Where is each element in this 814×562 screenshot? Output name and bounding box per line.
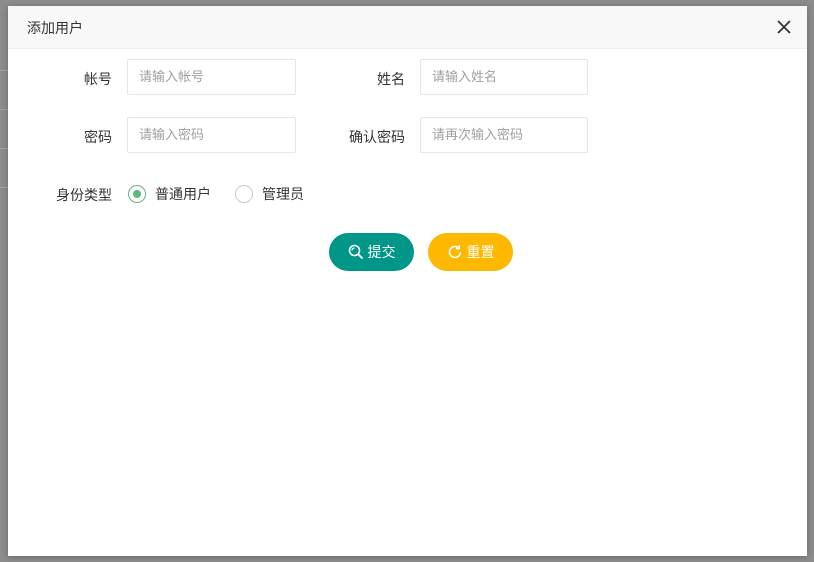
confirm-password-input[interactable] (420, 117, 588, 153)
dialog-title: 添加用户 (27, 21, 83, 37)
form-row-role: 身份类型 普通用户 管理员 (8, 182, 807, 206)
confirm-password-label: 确认密码 (349, 130, 405, 146)
form-row-account-name: 帐号 姓名 (8, 59, 807, 97)
background-divider (0, 187, 8, 188)
role-option-admin[interactable]: 管理员 (235, 184, 304, 204)
radio-unchecked-icon (235, 185, 253, 203)
submit-button[interactable]: 提交 (329, 233, 414, 271)
background-divider (0, 148, 8, 149)
role-option-label: 普通用户 (155, 187, 211, 203)
account-label: 帐号 (84, 72, 112, 88)
password-label: 密码 (84, 130, 112, 146)
refresh-icon (447, 244, 463, 260)
close-icon[interactable] (777, 20, 791, 34)
background-divider (0, 109, 8, 110)
role-label: 身份类型 (56, 188, 112, 204)
role-option-label: 管理员 (262, 187, 304, 203)
reset-button[interactable]: 重置 (428, 233, 513, 271)
background-divider (0, 70, 8, 71)
role-option-normal-user[interactable]: 普通用户 (128, 184, 211, 204)
form-row-password: 密码 确认密码 (8, 117, 807, 155)
role-radio-group: 普通用户 管理员 (128, 182, 328, 206)
reset-button-label: 重置 (466, 245, 495, 261)
search-icon (348, 244, 364, 260)
name-label: 姓名 (377, 72, 405, 88)
name-input[interactable] (420, 59, 588, 95)
dialog-header: 添加用户 (8, 6, 807, 49)
radio-checked-icon (128, 185, 146, 203)
account-input[interactable] (127, 59, 296, 95)
add-user-dialog: 添加用户 帐号 姓名 密码 确认密码 身份类型 普通用户 管理员 (8, 6, 807, 556)
submit-button-label: 提交 (367, 245, 396, 261)
password-input[interactable] (127, 117, 296, 153)
